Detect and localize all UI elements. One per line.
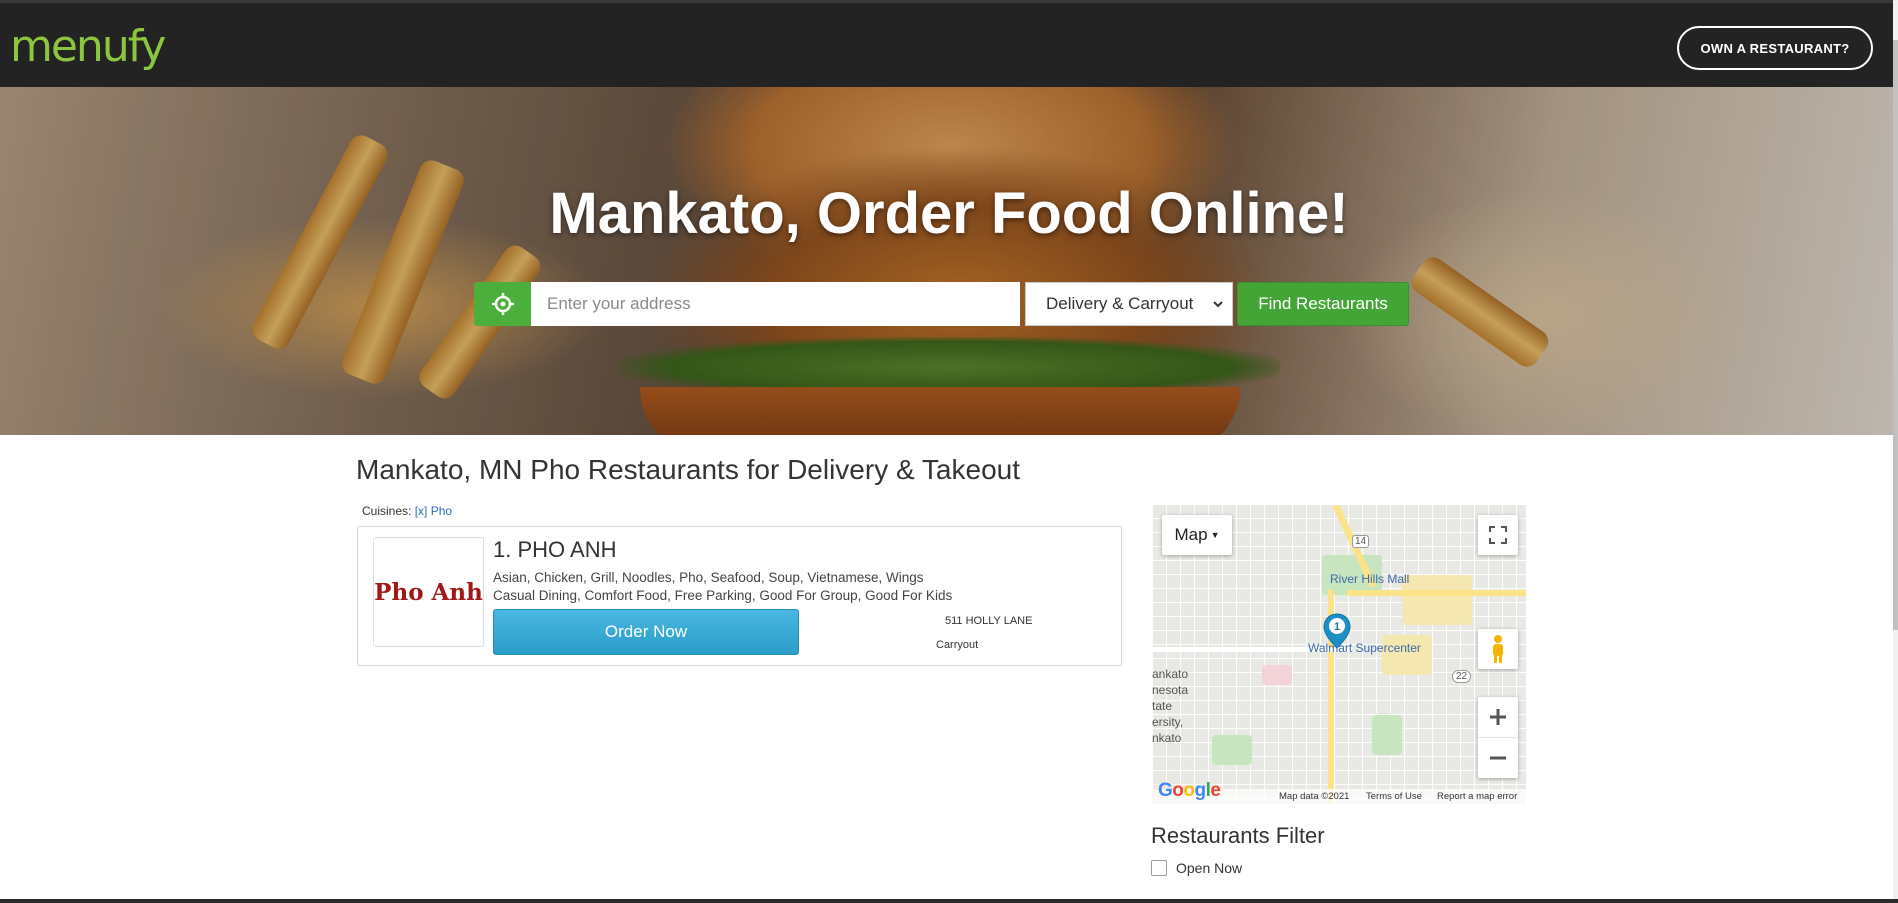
map-label-city: nesota bbox=[1152, 683, 1189, 697]
caret-down-icon: ▼ bbox=[1210, 530, 1220, 540]
own-restaurant-button[interactable]: OWN A RESTAURANT? bbox=[1677, 26, 1873, 70]
fullscreen-button[interactable] bbox=[1478, 515, 1518, 555]
restaurant-name[interactable]: 1. PHO ANH bbox=[493, 537, 616, 563]
map-type-label: Map bbox=[1174, 525, 1208, 544]
map-data-label: Map data ©2021 bbox=[1279, 791, 1350, 802]
order-mode-value: Delivery & Carryout bbox=[1046, 294, 1194, 313]
highway-14-shield: 14 bbox=[1352, 535, 1370, 548]
open-now-filter: Open Now bbox=[1151, 860, 1242, 876]
find-restaurants-button[interactable]: Find Restaurants bbox=[1237, 282, 1409, 326]
map-label-city: ankato bbox=[1152, 667, 1189, 681]
pegman-icon bbox=[1493, 635, 1503, 663]
cuisine-filter-bar: Cuisines: [x] Pho bbox=[362, 504, 452, 518]
street-view-pegman[interactable] bbox=[1478, 629, 1518, 669]
restaurant-address: 511 HOLLY LANE bbox=[945, 615, 1033, 627]
terms-of-use-link[interactable]: Terms of Use bbox=[1366, 791, 1422, 802]
restaurant-features: Casual Dining, Comfort Food, Free Parkin… bbox=[493, 588, 953, 603]
map-label-mall[interactable]: River Hills Mall bbox=[1330, 572, 1409, 586]
restaurant-order-mode: Carryout bbox=[936, 639, 979, 651]
scrollbar-thumb[interactable] bbox=[1893, 40, 1898, 630]
crosshair-icon bbox=[491, 293, 514, 315]
fullscreen-icon bbox=[1489, 526, 1507, 544]
map-type-control[interactable]: Map ▼ bbox=[1162, 515, 1232, 555]
chevron-down-icon bbox=[1213, 301, 1223, 308]
menufy-logo[interactable]: menufy bbox=[10, 21, 166, 72]
filter-title: Restaurants Filter bbox=[1151, 823, 1325, 848]
open-now-label[interactable]: Open Now bbox=[1176, 860, 1242, 876]
map-label-city: ersity, bbox=[1152, 715, 1184, 729]
plus-icon bbox=[1490, 709, 1506, 725]
restaurant-card: Pho Anh 1. PHO ANH Asian, Chicken, Grill… bbox=[357, 526, 1122, 666]
order-now-button[interactable]: Order Now bbox=[493, 609, 799, 655]
address-input[interactable] bbox=[531, 282, 1020, 326]
map-label-city: nkato bbox=[1152, 731, 1182, 745]
zoom-controls bbox=[1478, 697, 1518, 778]
restaurant-logo[interactable]: Pho Anh bbox=[373, 537, 484, 647]
zoom-out-button[interactable] bbox=[1478, 738, 1518, 778]
restaurant-map[interactable]: 14 22 River Hills Mall Walmart Supercent… bbox=[1152, 505, 1526, 804]
open-now-checkbox[interactable] bbox=[1151, 860, 1167, 876]
page-title: Mankato, MN Pho Restaurants for Delivery… bbox=[356, 454, 1021, 485]
map-label-city: tate bbox=[1152, 699, 1173, 713]
hero-banner bbox=[0, 87, 1893, 435]
order-mode-select[interactable]: Delivery & Carryout bbox=[1025, 282, 1233, 326]
map-marker-number: 1 bbox=[1334, 621, 1340, 633]
report-map-error-link[interactable]: Report a map error bbox=[1437, 791, 1517, 802]
hero-title: Mankato, Order Food Online! bbox=[549, 181, 1349, 246]
restaurant-tags: Asian, Chicken, Grill, Noodles, Pho, Sea… bbox=[493, 569, 952, 605]
highway-22-shield: 22 bbox=[1452, 670, 1472, 683]
restaurant-cuisines: Asian, Chicken, Grill, Noodles, Pho, Sea… bbox=[493, 570, 924, 585]
locate-me-button[interactable] bbox=[474, 282, 531, 326]
top-nav-bar: menufy OWN A RESTAURANT? bbox=[0, 0, 1898, 87]
page-scrollbar[interactable] bbox=[1893, 0, 1898, 903]
map-marker-pin[interactable]: 1 bbox=[1322, 613, 1352, 649]
cuisines-label: Cuisines: bbox=[362, 504, 412, 518]
remove-pho-filter-link[interactable]: [x] Pho bbox=[415, 504, 452, 518]
zoom-in-button[interactable] bbox=[1478, 698, 1518, 738]
minus-icon bbox=[1490, 756, 1506, 759]
google-logo[interactable]: Google bbox=[1158, 780, 1221, 802]
